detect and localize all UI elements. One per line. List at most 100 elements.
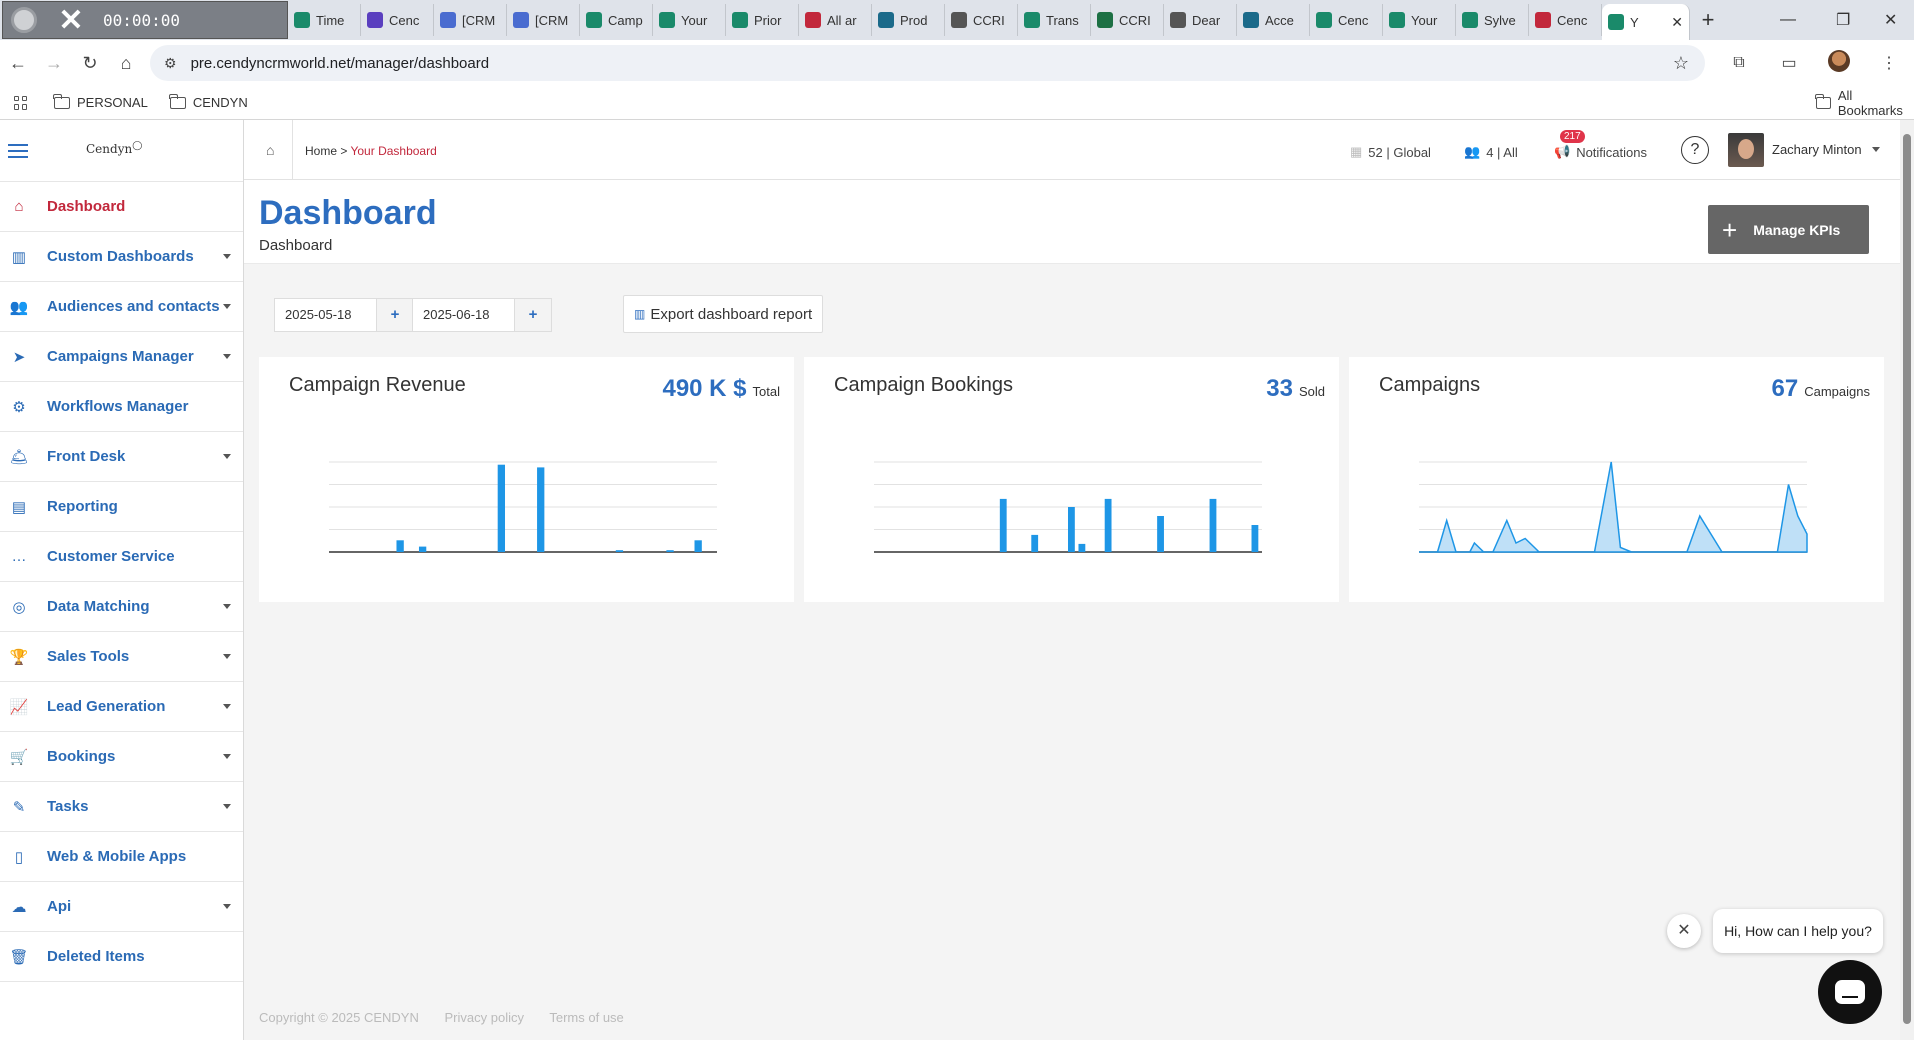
gears-icon: ⚙ xyxy=(12,398,26,416)
chevron-down-icon xyxy=(223,354,231,359)
sidebar-item-front-desk[interactable]: 🛎 Front Desk xyxy=(0,432,243,482)
chat-launcher-button[interactable] xyxy=(1818,960,1882,1024)
sidebar-item-reporting[interactable]: ▤ Reporting xyxy=(0,482,243,532)
all-bookmarks[interactable]: All Bookmarks xyxy=(1815,88,1914,118)
sidebar-item-campaigns-manager[interactable]: ➤ Campaigns Manager xyxy=(0,332,243,382)
browser-tab[interactable]: Cenc xyxy=(1529,4,1602,36)
chat-greeting[interactable]: Hi, How can I help you? xyxy=(1713,909,1883,953)
browser-tab[interactable]: All ar xyxy=(799,4,872,36)
chat-icon: … xyxy=(11,548,27,565)
cendyn-logo[interactable]: Cendyn◯ xyxy=(86,141,142,156)
browser-tab[interactable]: Camp xyxy=(580,4,653,36)
user-name[interactable]: Zachary Minton xyxy=(1772,142,1862,157)
tab-search-icon[interactable]: ▭ xyxy=(1764,53,1814,73)
browser-tab[interactable]: Your xyxy=(653,4,726,36)
notifications-button[interactable]: 📢 Notifications xyxy=(1554,144,1647,160)
sidebar-item-audiences-and-contacts[interactable]: 👥 Audiences and contacts xyxy=(0,282,243,332)
sidebar-item-bookings[interactable]: 🛒 Bookings xyxy=(0,732,243,782)
browser-tab[interactable]: Time xyxy=(288,4,361,36)
home-icon[interactable]: ⌂ xyxy=(266,142,274,158)
browser-tab[interactable]: Cenc xyxy=(1310,4,1383,36)
export-dashboard-button[interactable]: ▥ Export dashboard report xyxy=(623,295,824,333)
date-from-input[interactable]: 2025-05-18 xyxy=(275,299,377,331)
user-avatar[interactable] xyxy=(1728,133,1764,167)
sidebar-item-custom-dashboards[interactable]: ▥ Custom Dashboards xyxy=(0,232,243,282)
date-from-plus-button[interactable]: + xyxy=(377,299,413,331)
breadcrumb-home[interactable]: Home xyxy=(305,144,337,158)
browser-tab[interactable]: [CRM xyxy=(434,4,507,36)
date-to-field[interactable]: 2025-06-18 + xyxy=(412,298,552,332)
sidebar-item-sales-tools[interactable]: 🏆 Sales Tools xyxy=(0,632,243,682)
close-tab-icon[interactable]: ✕ xyxy=(1671,14,1683,31)
hamburger-menu-icon[interactable] xyxy=(8,144,28,158)
back-icon[interactable]: ← xyxy=(0,53,36,74)
tab-title: Trans xyxy=(1046,12,1079,28)
record-button[interactable] xyxy=(3,3,45,37)
browser-tab[interactable]: CCRI xyxy=(1091,4,1164,36)
browser-tab[interactable]: Your xyxy=(1383,4,1456,36)
browser-tab[interactable]: Prior xyxy=(726,4,799,36)
new-tab-button[interactable]: + xyxy=(1690,7,1726,33)
bookmarks-bar: PERSONAL CENDYN All Bookmarks xyxy=(0,86,1914,120)
users-selector[interactable]: 👥 4 | All xyxy=(1464,144,1518,160)
sidebar-item-dashboard[interactable]: ⌂ Dashboard xyxy=(0,182,243,232)
date-to-plus-button[interactable]: + xyxy=(515,299,551,331)
reload-icon[interactable]: ↻ xyxy=(72,53,108,74)
site-info-icon[interactable]: ⚙ xyxy=(164,55,177,72)
restore-button[interactable]: ❐ xyxy=(1836,0,1850,40)
paper-plane-icon: ➤ xyxy=(12,348,26,366)
browser-tab[interactable]: [CRM xyxy=(507,4,580,36)
browser-menu-icon[interactable]: ⋮ xyxy=(1864,53,1914,73)
browser-tab[interactable]: Cenc xyxy=(361,4,434,36)
stop-recording-icon[interactable]: ✕ xyxy=(45,3,97,38)
browser-tab[interactable]: CCRI xyxy=(945,4,1018,36)
export-label: Export dashboard report xyxy=(650,305,813,323)
sidebar-item-deleted-items[interactable]: 🗑 Deleted Items xyxy=(0,932,243,982)
breadcrumb-separator: > xyxy=(337,144,351,158)
date-to-input[interactable]: 2025-06-18 xyxy=(413,299,515,331)
favicon-icon xyxy=(513,12,529,28)
bookmark-star-icon[interactable]: ☆ xyxy=(1673,53,1689,74)
chevron-down-icon xyxy=(223,254,231,259)
sidebar-item-workflows-manager[interactable]: ⚙ Workflows Manager xyxy=(0,382,243,432)
sidebar-item-customer-service[interactable]: … Customer Service xyxy=(0,532,243,582)
browser-tab[interactable]: Acce xyxy=(1237,4,1310,36)
date-from-field[interactable]: 2025-05-18 + xyxy=(274,298,414,332)
terms-link[interactable]: Terms of use xyxy=(549,1010,623,1025)
manage-kpis-button[interactable]: + Manage KPIs xyxy=(1708,205,1869,254)
home-browser-icon[interactable]: ⌂ xyxy=(108,53,144,74)
sidebar-item-lead-generation[interactable]: 📈 Lead Generation xyxy=(0,682,243,732)
tab-title: Cenc xyxy=(1338,12,1369,28)
properties-selector[interactable]: ▦ 52 | Global xyxy=(1350,144,1431,160)
privacy-link[interactable]: Privacy policy xyxy=(445,1010,524,1025)
browser-tab[interactable]: Dear xyxy=(1164,4,1237,36)
browser-tab-active[interactable]: Y ✕ xyxy=(1602,4,1690,40)
bookmark-folder-personal[interactable]: PERSONAL xyxy=(53,93,148,110)
chevron-down-icon[interactable] xyxy=(1872,147,1880,152)
profile-avatar[interactable] xyxy=(1814,49,1864,77)
sidebar-item-data-matching[interactable]: ◎ Data Matching xyxy=(0,582,243,632)
scrollbar-thumb[interactable] xyxy=(1903,134,1911,1024)
forward-icon[interactable]: → xyxy=(36,53,72,74)
address-bar[interactable]: ⚙ pre.cendyncrmworld.net/manager/dashboa… xyxy=(150,45,1705,81)
bookmark-folder-cendyn[interactable]: CENDYN xyxy=(169,93,248,110)
page-scrollbar[interactable] xyxy=(1900,120,1914,1040)
browser-tab[interactable]: Sylve xyxy=(1456,4,1529,36)
help-icon[interactable]: ? xyxy=(1681,136,1709,164)
extensions-icon[interactable]: ⧉ xyxy=(1714,54,1764,72)
file-icon: ▤ xyxy=(11,498,27,516)
sidebar-item-tasks[interactable]: ✎ Tasks xyxy=(0,782,243,832)
screen-recorder-control[interactable]: ✕ 00:00:00 xyxy=(2,1,288,39)
minimize-button[interactable]: — xyxy=(1780,0,1796,40)
browser-tab[interactable]: Prod xyxy=(872,4,945,36)
browser-tab[interactable]: Trans xyxy=(1018,4,1091,36)
breadcrumb-current: Your Dashboard xyxy=(350,144,437,158)
tab-title: Time xyxy=(316,12,345,28)
url-text[interactable]: pre.cendyncrmworld.net/manager/dashboard xyxy=(191,55,490,72)
sidebar-item-api[interactable]: ☁ Api xyxy=(0,882,243,932)
close-window-button[interactable]: ✕ xyxy=(1884,0,1897,40)
sidebar-item-web-mobile-apps[interactable]: ▯ Web & Mobile Apps xyxy=(0,832,243,882)
apps-grid-icon[interactable] xyxy=(14,95,28,110)
sidebar-item-label: Web & Mobile Apps xyxy=(47,848,187,865)
chat-close-button[interactable]: ✕ xyxy=(1667,914,1701,948)
